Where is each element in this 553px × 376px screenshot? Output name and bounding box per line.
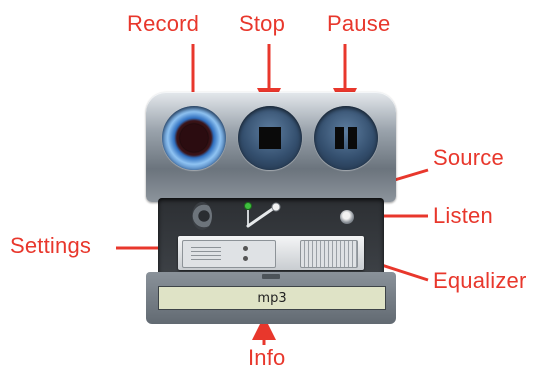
pause-button[interactable] <box>314 106 378 170</box>
source-panel <box>158 198 384 276</box>
settings-knob-icon <box>243 256 248 261</box>
settings-rack-icon[interactable] <box>182 240 276 268</box>
listen-callout: Listen <box>433 203 493 228</box>
info-display: mp3 <box>158 286 386 310</box>
equalizer-rack-icon[interactable] <box>300 240 358 268</box>
pause-callout: Pause <box>327 11 391 36</box>
equalizer-callout: Equalizer <box>433 268 527 293</box>
stop-square-icon <box>259 127 281 149</box>
settings-grille <box>191 247 221 261</box>
stop-button[interactable] <box>238 106 302 170</box>
audio-recorder-widget: mp3 <box>146 92 396 324</box>
record-button[interactable] <box>162 106 226 170</box>
source-callout: Source <box>433 145 504 170</box>
pause-bars-icon <box>335 127 357 149</box>
settings-callout: Settings <box>10 233 92 258</box>
settings-equalizer-rack <box>178 236 364 270</box>
transport-panel <box>146 92 396 202</box>
settings-knob-icon <box>243 246 248 251</box>
stop-callout: Stop <box>239 11 286 36</box>
record-dot-icon <box>180 124 208 152</box>
speaker-knob-icon[interactable] <box>340 210 354 224</box>
microphone-icon[interactable] <box>234 200 284 234</box>
panel-handle[interactable] <box>262 274 280 279</box>
record-callout: Record <box>127 11 200 36</box>
info-callout: Info <box>248 345 286 370</box>
info-panel: mp3 <box>146 272 396 324</box>
ear-icon <box>192 202 212 230</box>
